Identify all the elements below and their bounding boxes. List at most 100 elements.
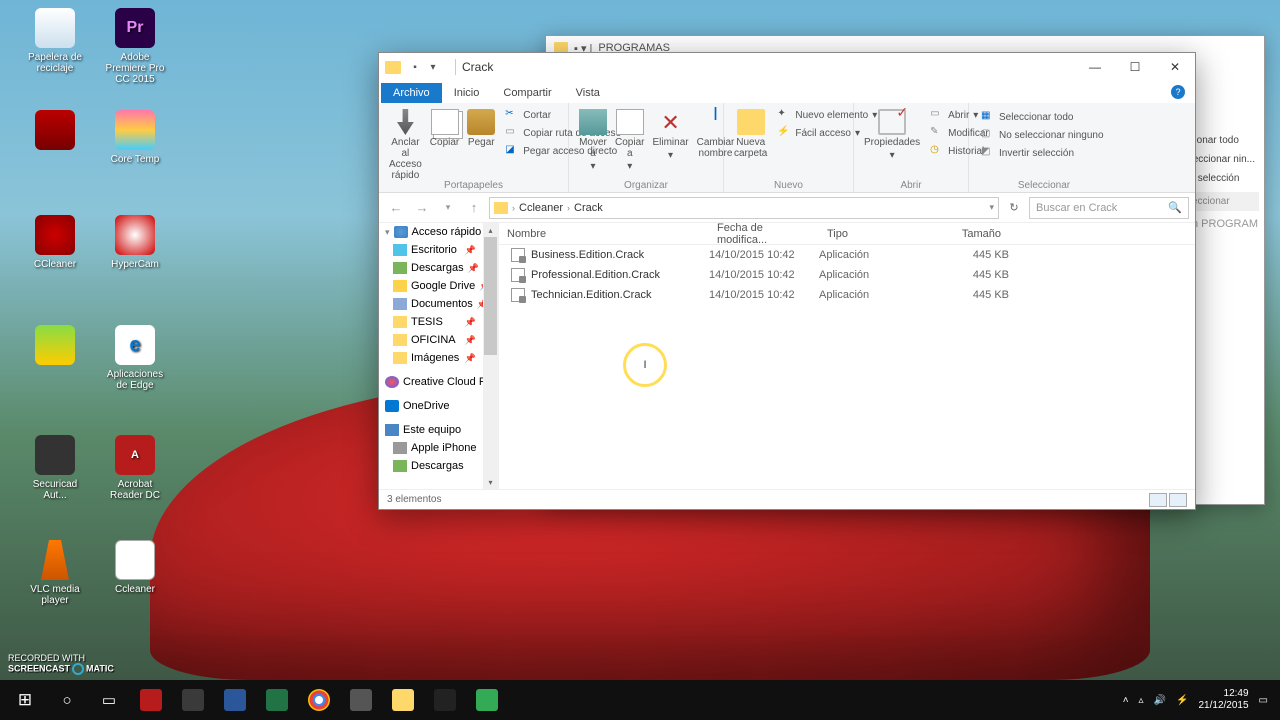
desktop-icon-acrobat[interactable]: AAcrobat Reader DC <box>100 435 170 501</box>
qat-dropdown[interactable]: ▾ <box>425 59 441 75</box>
col-size[interactable]: Tamaño <box>919 228 1009 240</box>
file-row[interactable]: Professional.Edition.Crack14/10/2015 10:… <box>499 265 1195 285</box>
breadcrumb[interactable]: › Ccleaner › Crack ▾ <box>489 197 999 219</box>
nav-quick-access[interactable]: ▾Acceso rápido <box>379 223 498 241</box>
breadcrumb-dropdown[interactable]: ▾ <box>989 202 994 213</box>
delete-button[interactable]: ✕Eliminar▾ <box>648 105 692 172</box>
invert-selection-button[interactable]: ◩Invertir selección <box>979 145 1109 161</box>
scroll-down[interactable]: ▾ <box>483 475 498 489</box>
file-row[interactable]: Technician.Edition.Crack14/10/2015 10:42… <box>499 285 1195 305</box>
tray-clock[interactable]: 12:49 21/12/2015 <box>1198 688 1248 712</box>
taskbar-word[interactable] <box>214 682 256 718</box>
nav-tesis[interactable]: TESIS📌 <box>379 313 498 331</box>
taskbar-explorer[interactable] <box>382 682 424 718</box>
desktop-icon-ccleaner-file[interactable]: Ccleaner <box>100 540 170 595</box>
taskbar-calculator[interactable] <box>340 682 382 718</box>
file-row[interactable]: Business.Edition.Crack14/10/2015 10:42Ap… <box>499 245 1195 265</box>
tab-archivo[interactable]: Archivo <box>381 83 442 103</box>
copy-to-button[interactable]: Copiar a▾ <box>611 105 648 172</box>
hypercam-icon <box>115 215 155 255</box>
scrollbar-thumb[interactable] <box>484 235 497 355</box>
taskbar-app[interactable] <box>424 682 466 718</box>
taskbar-app[interactable] <box>172 682 214 718</box>
scroll-up[interactable]: ▴ <box>483 223 498 237</box>
nav-oficina[interactable]: OFICINA📌 <box>379 331 498 349</box>
tray-power-icon[interactable]: ⚡ <box>1176 695 1188 706</box>
nav-images[interactable]: Imágenes📌 <box>379 349 498 367</box>
forward-button[interactable]: → <box>411 197 433 219</box>
desktop-icon-hypercam[interactable]: HyperCam <box>100 215 170 270</box>
breadcrumb-crack[interactable]: Crack <box>574 202 603 214</box>
tray-network-icon[interactable]: ▵ <box>1139 695 1144 706</box>
tray-chevron-icon[interactable]: ˄ <box>1123 695 1129 706</box>
recent-dropdown[interactable]: ▾ <box>437 197 459 219</box>
select-none-button[interactable]: ▢No seleccionar ninguno <box>979 127 1109 143</box>
nav-this-pc[interactable]: Este equipo <box>379 421 498 439</box>
properties-button[interactable]: Propiedades▾ <box>860 105 924 161</box>
up-button[interactable]: ↑ <box>463 197 485 219</box>
file-list[interactable]: Business.Edition.Crack14/10/2015 10:42Ap… <box>499 245 1195 489</box>
view-large-button[interactable] <box>1169 493 1187 507</box>
taskbar-app[interactable] <box>130 682 172 718</box>
select-all-button[interactable]: ▦Seleccionar todo <box>979 109 1109 125</box>
col-name[interactable]: Nombre <box>499 228 709 240</box>
back-button[interactable]: ← <box>385 197 407 219</box>
desktop-icon-vlc[interactable]: VLC media player <box>20 540 90 606</box>
file-icon <box>115 540 155 580</box>
nav-gdrive[interactable]: Google Drive📌 <box>379 277 498 295</box>
titlebar[interactable]: ▪ ▾ Crack — ☐ ✕ <box>379 53 1195 81</box>
desktop-icon-edge[interactable]: eAplicaciones de Edge <box>100 325 170 391</box>
tray-volume-icon[interactable]: 🔊 <box>1154 695 1166 706</box>
move-to-button[interactable]: Mover a▾ <box>575 105 611 172</box>
maximize-button[interactable]: ☐ <box>1115 53 1155 81</box>
view-details-button[interactable] <box>1149 493 1167 507</box>
documents-icon <box>393 298 407 310</box>
onedrive-icon <box>385 400 399 412</box>
new-folder-button[interactable]: Nueva carpeta <box>730 105 771 159</box>
search-box[interactable]: Buscar en Crack🔍 <box>1029 197 1189 219</box>
move-icon <box>579 109 607 135</box>
desktop-icon-parrot[interactable] <box>20 325 90 369</box>
open-icon: ▭ <box>930 108 944 122</box>
taskbar-chrome[interactable] <box>298 682 340 718</box>
refresh-button[interactable]: ↻ <box>1003 201 1025 214</box>
nav-downloads-pc[interactable]: Descargas <box>379 457 498 475</box>
folder-icon <box>393 316 407 328</box>
desktop-icon-recycle-bin[interactable]: Papelera de reciclaje <box>20 8 90 74</box>
tab-vista[interactable]: Vista <box>564 83 612 103</box>
help-icon[interactable]: ? <box>1171 85 1185 99</box>
explorer-window: ▪ ▾ Crack — ☐ ✕ Archivo Inicio Compartir… <box>378 52 1196 510</box>
close-button[interactable]: ✕ <box>1155 53 1195 81</box>
tab-inicio[interactable]: Inicio <box>442 83 492 103</box>
desktop-icon-premiere[interactable]: PrAdobe Premiere Pro CC 2015 <box>100 8 170 85</box>
taskbar-search[interactable]: ○ <box>46 682 88 718</box>
nav-creative-cloud[interactable]: Creative Cloud Fil... <box>379 373 498 391</box>
copy-button[interactable]: Copiar <box>426 105 463 181</box>
nav-onedrive[interactable]: OneDrive <box>379 397 498 415</box>
taskbar-taskview[interactable]: ▭ <box>88 682 130 718</box>
qat-item[interactable]: ▪ <box>407 59 423 75</box>
paste-button[interactable]: Pegar <box>463 105 499 181</box>
minimize-button[interactable]: — <box>1075 53 1115 81</box>
col-date[interactable]: Fecha de modifica... <box>709 223 819 246</box>
desktop-icon-coretemp[interactable]: Core Temp <box>100 110 170 165</box>
taskbar-app[interactable] <box>466 682 508 718</box>
nav-downloads[interactable]: Descargas📌 <box>379 259 498 277</box>
nav-documents[interactable]: Documentos📌 <box>379 295 498 313</box>
desktop-icon-autocad[interactable]: Securicad Aut... <box>20 435 90 501</box>
taskbar-excel[interactable] <box>256 682 298 718</box>
nav-desktop[interactable]: Escritorio📌 <box>379 241 498 259</box>
pin-icon: 📌 <box>465 245 476 256</box>
desktop-icon-unknown-red[interactable] <box>20 110 90 154</box>
vlc-icon <box>35 540 75 580</box>
pin-quick-access-button[interactable]: Anclar al Acceso rápido <box>385 105 426 181</box>
start-button[interactable]: ⊞ <box>4 682 46 718</box>
nav-iphone[interactable]: Apple iPhone <box>379 439 498 457</box>
star-icon <box>394 226 408 238</box>
desktop-icon-ccleaner[interactable]: CCleaner <box>20 215 90 270</box>
coretemp-icon <box>115 110 155 150</box>
tab-compartir[interactable]: Compartir <box>491 83 563 103</box>
col-type[interactable]: Tipo <box>819 228 919 240</box>
tray-notifications-icon[interactable]: ▭ <box>1259 695 1268 706</box>
breadcrumb-ccleaner[interactable]: Ccleaner <box>519 202 563 214</box>
